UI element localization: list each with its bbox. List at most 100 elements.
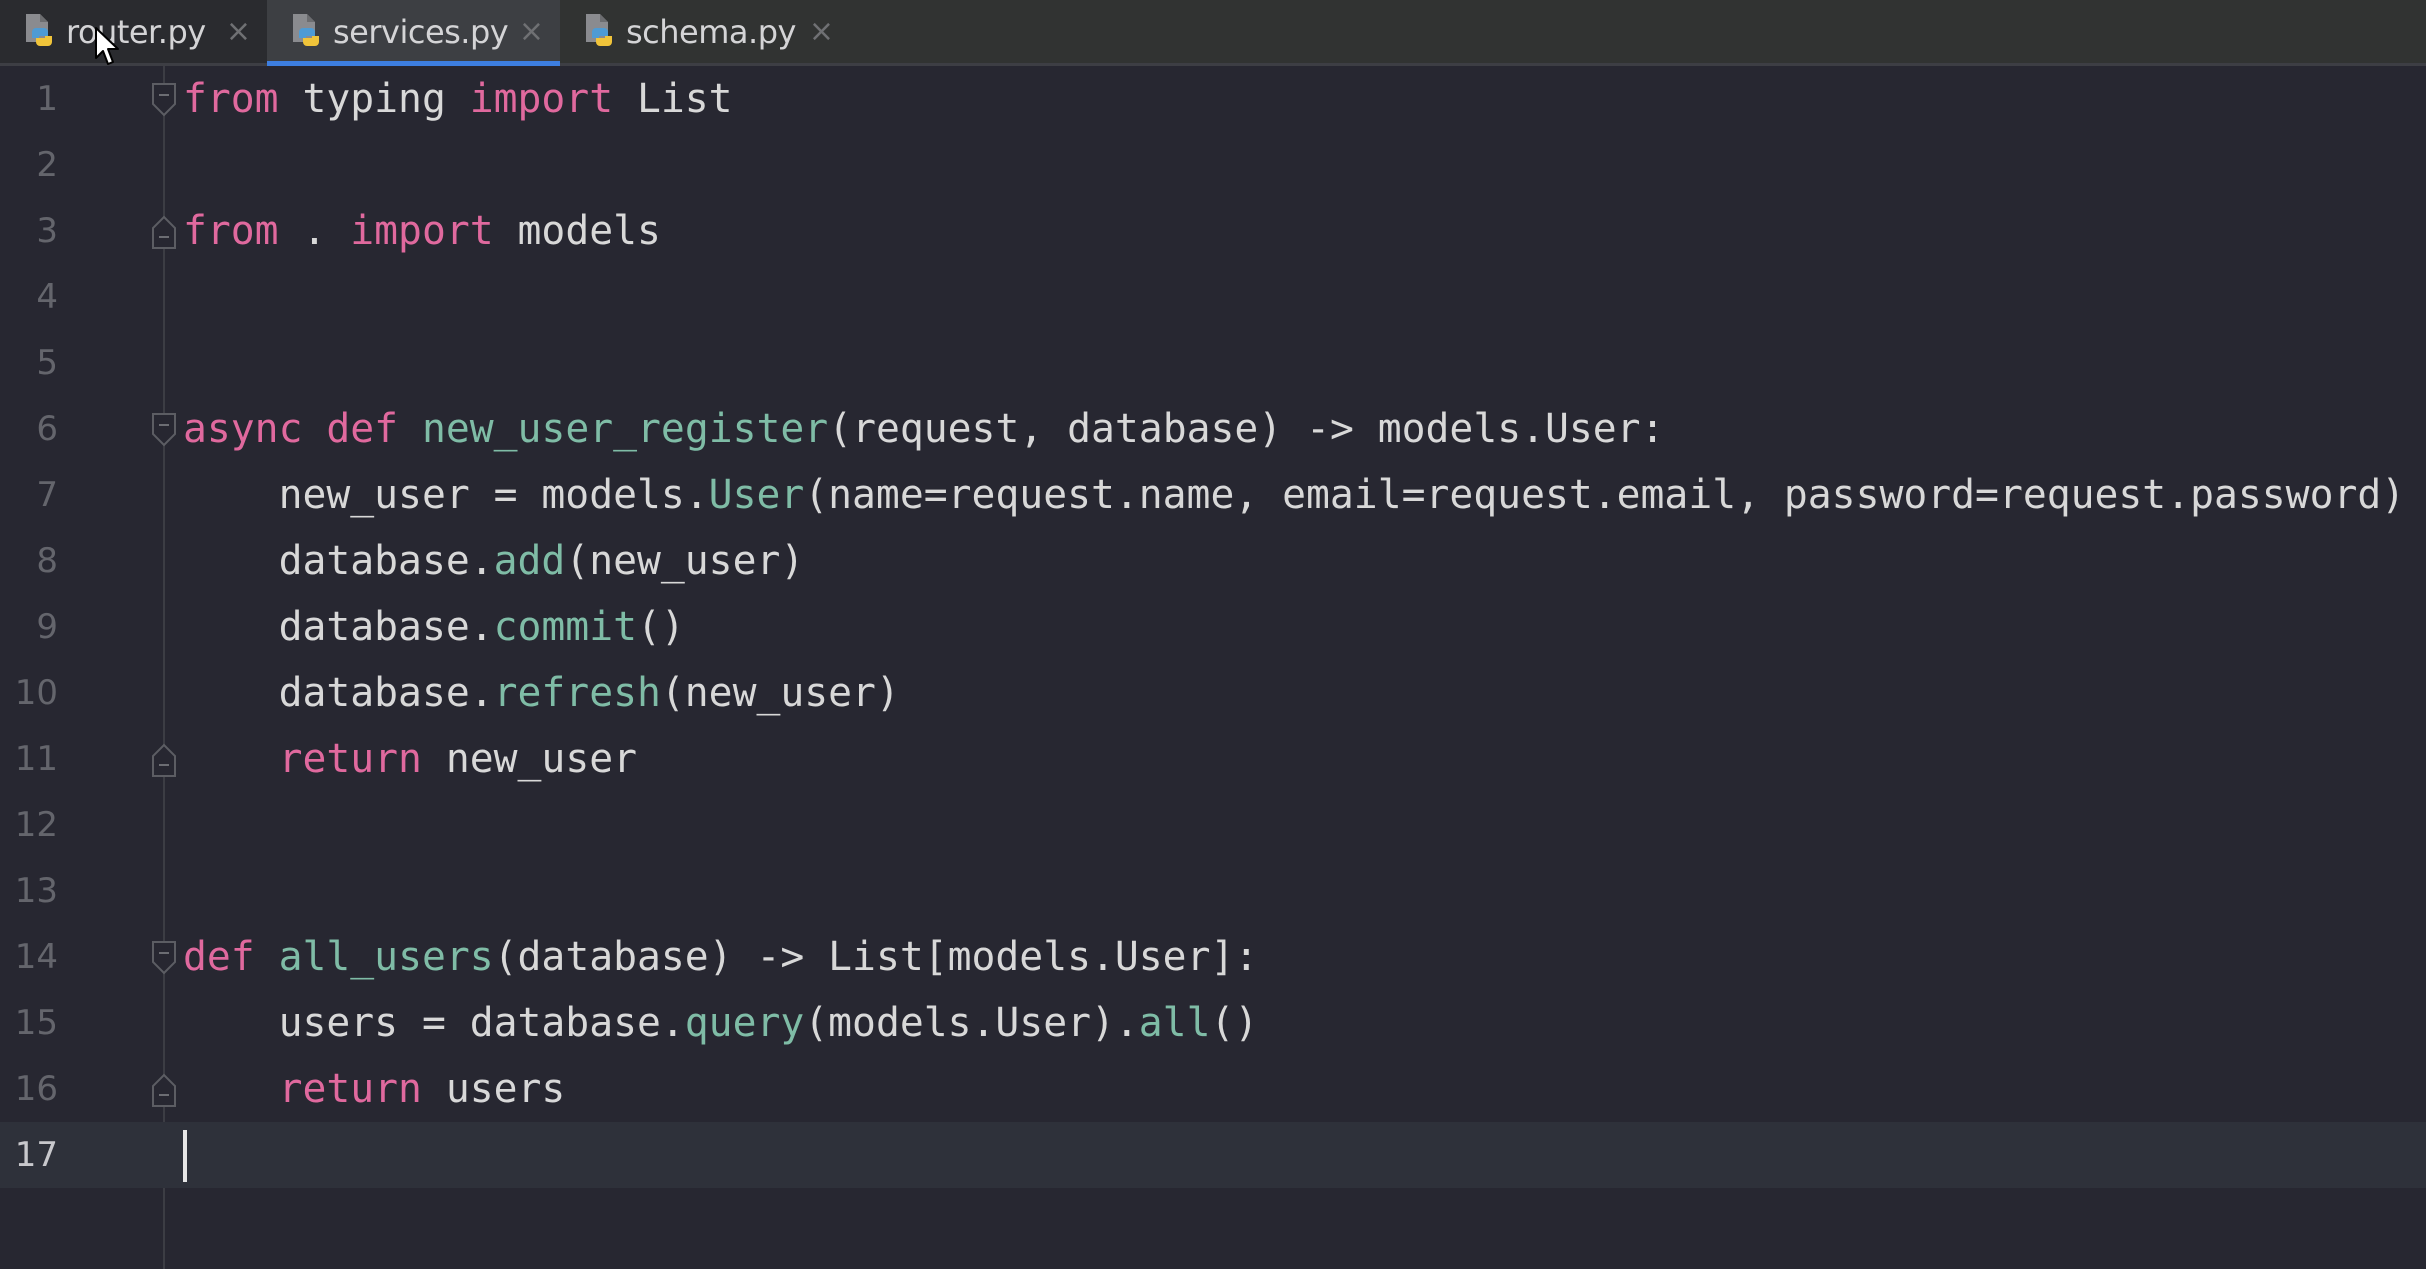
line-number: 10 — [14, 673, 58, 713]
text-token: users — [421, 1066, 566, 1112]
keyword-token: async — [183, 406, 303, 452]
python-file-icon — [586, 13, 612, 46]
line-number: 11 — [14, 739, 58, 779]
text-token: . — [278, 208, 351, 254]
line-number: 12 — [14, 805, 58, 845]
code-text[interactable]: return new_user — [183, 726, 637, 792]
tab-router-py[interactable]: router.py × — [0, 0, 267, 63]
code-text[interactable]: from typing import List — [183, 66, 733, 132]
keyword-token: import — [350, 208, 494, 254]
function-token: all — [1138, 1000, 1211, 1046]
code-line[interactable]: 6 async def new_user_register(request, da… — [0, 396, 2426, 462]
line-number: 9 — [36, 607, 58, 647]
code-text[interactable]: new_user = models.User(name=request.name… — [183, 462, 2406, 528]
tab-schema-py[interactable]: schema.py × — [560, 0, 850, 63]
code-line[interactable]: 5 — [0, 330, 2426, 396]
code-line[interactable]: 4 — [0, 264, 2426, 330]
tab-label: router.py — [66, 12, 206, 51]
text-token: new_user — [421, 736, 637, 782]
code-text[interactable]: database.add(new_user) — [183, 528, 805, 594]
code-line[interactable]: 3 from . import models — [0, 198, 2426, 264]
fold-end-icon[interactable] — [150, 214, 178, 250]
code-editor[interactable]: 1 from typing import List 2 3 from . import … — [0, 66, 2426, 1269]
text-token: users = database. — [183, 1000, 685, 1046]
text-token: (request, database) -> models.User: — [828, 406, 1665, 452]
fold-collapse-icon[interactable] — [150, 82, 178, 118]
code-line[interactable]: 2 — [0, 132, 2426, 198]
line-number: 13 — [14, 871, 58, 911]
line-number: 15 — [14, 1003, 58, 1043]
code-line[interactable]: 16 return users — [0, 1056, 2426, 1122]
text-token: (new_user) — [565, 538, 805, 584]
close-icon[interactable]: × — [519, 16, 544, 47]
function-token: query — [684, 1000, 805, 1046]
text-token: (models.User). — [804, 1000, 1139, 1046]
keyword-token: import — [469, 76, 614, 122]
text-token: (new_user) — [660, 670, 900, 716]
code-line[interactable]: 11 return new_user — [0, 726, 2426, 792]
code-text[interactable]: users = database.query(models.User).all(… — [183, 990, 1259, 1056]
text-token: () — [1210, 1000, 1259, 1046]
mouse-pointer-icon — [95, 27, 119, 65]
keyword-token: def — [326, 406, 399, 452]
code-line[interactable]: 15 users = database.query(models.User).a… — [0, 990, 2426, 1056]
keyword-token: return — [278, 736, 422, 782]
code-line[interactable]: 1 from typing import List — [0, 66, 2426, 132]
python-file-icon — [293, 13, 319, 46]
code-line[interactable]: 14 def all_users(database) -> List[models… — [0, 924, 2426, 990]
line-number: 1 — [36, 79, 58, 119]
text-token: database. — [183, 604, 494, 650]
line-number: 14 — [14, 937, 58, 977]
function-token: add — [493, 538, 566, 584]
fold-end-icon[interactable] — [150, 1072, 178, 1108]
line-number: 8 — [36, 541, 58, 581]
close-icon[interactable]: × — [226, 16, 251, 47]
text-token: models — [493, 208, 661, 254]
function-token: refresh — [493, 670, 661, 716]
text-token: () — [637, 604, 685, 650]
tab-services-py[interactable]: services.py × — [267, 0, 560, 66]
line-number: 3 — [36, 211, 58, 251]
text-token: database. — [183, 538, 494, 584]
code-text[interactable]: from . import models — [183, 198, 661, 264]
line-number: 16 — [14, 1069, 58, 1109]
line-number: 7 — [36, 475, 58, 515]
fold-collapse-icon[interactable] — [150, 412, 178, 448]
fold-collapse-icon[interactable] — [150, 940, 178, 976]
keyword-token: from — [183, 76, 279, 122]
code-text[interactable]: def all_users(database) -> List[models.U… — [183, 924, 1258, 990]
text-token: database. — [183, 670, 494, 716]
code-text[interactable]: async def new_user_register(request, dat… — [183, 396, 1664, 462]
code-line[interactable]: 12 — [0, 792, 2426, 858]
tab-label: services.py — [333, 12, 509, 51]
line-number: 17 — [14, 1135, 58, 1175]
code-line[interactable]: 9 database.commit() — [0, 594, 2426, 660]
code-line[interactable]: 17 — [0, 1122, 2426, 1188]
editor-tab-bar: router.py × services.py × schema.py × — [0, 0, 2426, 66]
code-text[interactable]: database.commit() — [183, 594, 685, 660]
text-token: (database) -> List[models.User]: — [493, 934, 1259, 980]
text-token: List — [613, 76, 733, 122]
function-token: all_users — [278, 934, 494, 980]
keyword-token: from — [183, 208, 279, 254]
fold-end-icon[interactable] — [150, 742, 178, 778]
code-text[interactable]: database.refresh(new_user) — [183, 660, 900, 726]
code-line[interactable]: 7 new_user = models.User(name=request.na… — [0, 462, 2426, 528]
code-text[interactable]: return users — [183, 1056, 566, 1122]
code-line[interactable]: 10 database.refresh(new_user) — [0, 660, 2426, 726]
keyword-token: return — [278, 1066, 422, 1112]
text-token: typing — [278, 76, 470, 122]
line-number: 5 — [36, 343, 58, 383]
line-number: 2 — [36, 145, 58, 185]
close-icon[interactable]: × — [809, 16, 834, 47]
line-number: 6 — [36, 409, 58, 449]
code-line[interactable]: 13 — [0, 858, 2426, 924]
code-line[interactable]: 8 database.add(new_user) — [0, 528, 2426, 594]
text-token: new_user = models. — [183, 472, 709, 518]
function-token: User — [708, 472, 805, 518]
text-token: (name=request.name, email=request.email,… — [804, 472, 2406, 518]
